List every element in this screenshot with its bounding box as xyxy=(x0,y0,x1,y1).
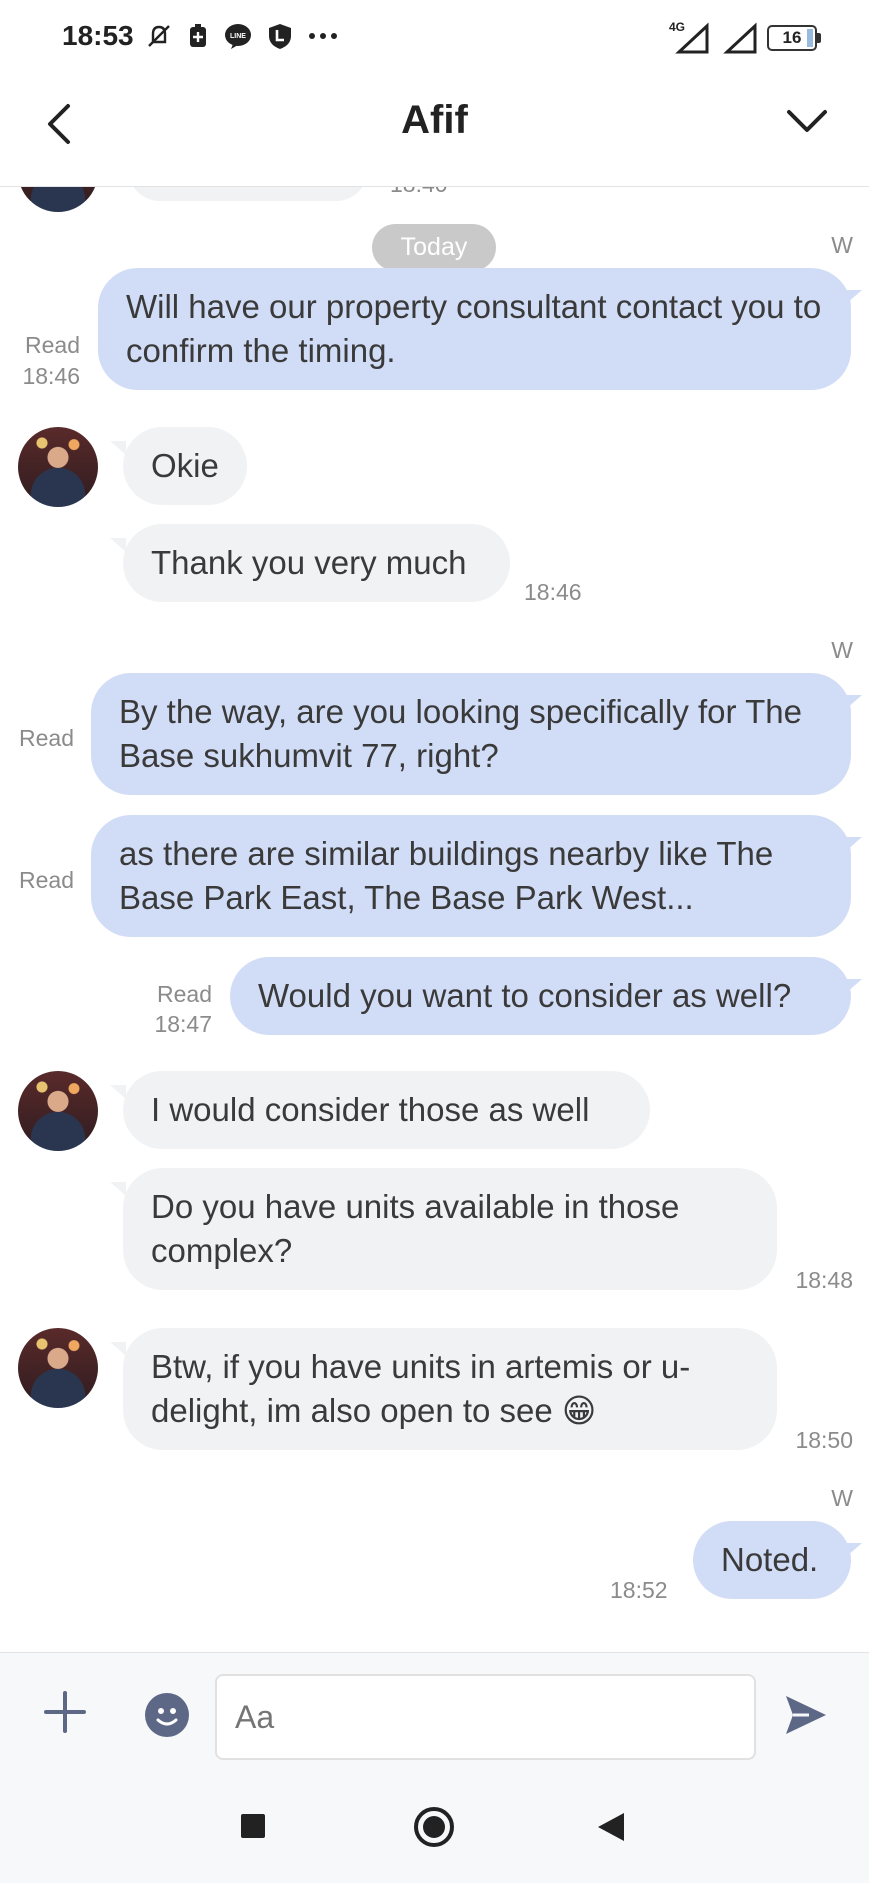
menu-toggle-button[interactable] xyxy=(785,106,829,141)
input-bar xyxy=(0,1652,869,1778)
read-receipt: Read xyxy=(19,867,74,893)
sender-mark: W xyxy=(831,232,853,258)
more-dots-icon xyxy=(309,33,337,39)
avatar[interactable] xyxy=(18,187,98,212)
message-bubble-out[interactable]: Noted. xyxy=(693,1521,851,1599)
shield-icon xyxy=(269,24,291,49)
read-receipt: Read xyxy=(157,981,212,1007)
battery-saver-icon xyxy=(190,24,206,47)
date-divider: Today xyxy=(372,224,496,271)
bubble-tail xyxy=(110,1342,126,1356)
message-bubble-in[interactable]: Thank you very much xyxy=(123,524,510,602)
home-circle-icon xyxy=(414,1807,454,1847)
message-bubble-out[interactable]: Would you want to consider as well? xyxy=(230,957,851,1035)
status-time: 18:53 xyxy=(62,20,134,51)
message-bubble-in[interactable]: Btw, if you have units in artemis or u-d… xyxy=(123,1328,777,1450)
bubble-tail xyxy=(846,979,862,993)
message-bubble-out[interactable]: By the way, are you looking specifically… xyxy=(91,673,851,795)
system-nav-bar xyxy=(0,1777,869,1883)
avatar[interactable] xyxy=(18,1328,98,1408)
message-time: 18:46 xyxy=(524,579,582,605)
svg-text:LINE: LINE xyxy=(230,33,246,40)
home-button[interactable] xyxy=(412,1805,456,1854)
bubble-tail xyxy=(846,290,862,304)
message-bubble-in[interactable]: I would consider those as well xyxy=(123,1071,650,1149)
emoji-icon xyxy=(156,1708,178,1726)
recents-square-icon xyxy=(241,1814,265,1838)
message-time: 18:52 xyxy=(610,1577,668,1603)
avatar[interactable] xyxy=(18,1071,98,1151)
send-icon xyxy=(786,1696,826,1734)
bubble-tail xyxy=(110,1182,126,1196)
bubble-tail xyxy=(846,1543,862,1557)
message-bubble-in[interactable]: Do you have units available in those com… xyxy=(123,1168,777,1290)
mute-bell-icon xyxy=(148,25,170,47)
signal-4g-icon: 4G xyxy=(667,20,709,54)
status-bar: 18:53 LINE 4G 16 xyxy=(0,0,869,78)
read-receipt: Read xyxy=(19,725,74,751)
partial-message-bubble[interactable] xyxy=(128,187,368,201)
back-triangle-icon xyxy=(598,1813,624,1841)
message-time: 18:48 xyxy=(795,1267,853,1293)
sender-mark: W xyxy=(831,1485,853,1511)
message-time: 18:46 xyxy=(22,363,80,389)
message-time: 18:47 xyxy=(154,1011,212,1037)
bubble-tail xyxy=(846,695,862,709)
sender-mark: W xyxy=(831,637,853,663)
message-bubble-in[interactable]: Okie xyxy=(123,427,247,505)
message-time: 18:50 xyxy=(795,1427,853,1453)
battery-level: 16 xyxy=(782,28,802,47)
message-bubble-out[interactable]: Will have our property consultant contac… xyxy=(98,268,851,390)
bubble-tail xyxy=(846,837,862,851)
bubble-tail xyxy=(110,1085,126,1099)
signal-icon xyxy=(723,22,757,54)
back-nav-button[interactable] xyxy=(596,1811,626,1848)
chat-header: Afif xyxy=(0,78,869,187)
bubble-tail xyxy=(110,441,126,455)
status-right: 4G 16 xyxy=(667,20,821,54)
status-app-icons: LINE xyxy=(145,22,339,50)
avatar[interactable] xyxy=(18,427,98,507)
bubble-tail xyxy=(110,538,126,552)
partial-message-time: 18:40 xyxy=(390,187,448,200)
recents-button[interactable] xyxy=(238,1811,268,1846)
chevron-down-icon xyxy=(787,110,827,132)
battery-icon: 16 xyxy=(767,25,821,51)
message-input[interactable] xyxy=(215,1674,756,1760)
read-receipt: Read xyxy=(25,332,80,358)
message-bubble-out[interactable]: as there are similar buildings nearby li… xyxy=(91,815,851,937)
attach-button[interactable] xyxy=(42,1689,88,1740)
plus-icon xyxy=(44,1691,86,1733)
chat-title: Afif xyxy=(401,98,468,142)
send-button[interactable] xyxy=(783,1693,829,1742)
line-icon: LINE xyxy=(225,24,251,49)
emoji-button[interactable] xyxy=(145,1693,189,1737)
chat-area[interactable]: 18:40 Today W Read 18:46 Will have our p… xyxy=(0,187,869,1652)
